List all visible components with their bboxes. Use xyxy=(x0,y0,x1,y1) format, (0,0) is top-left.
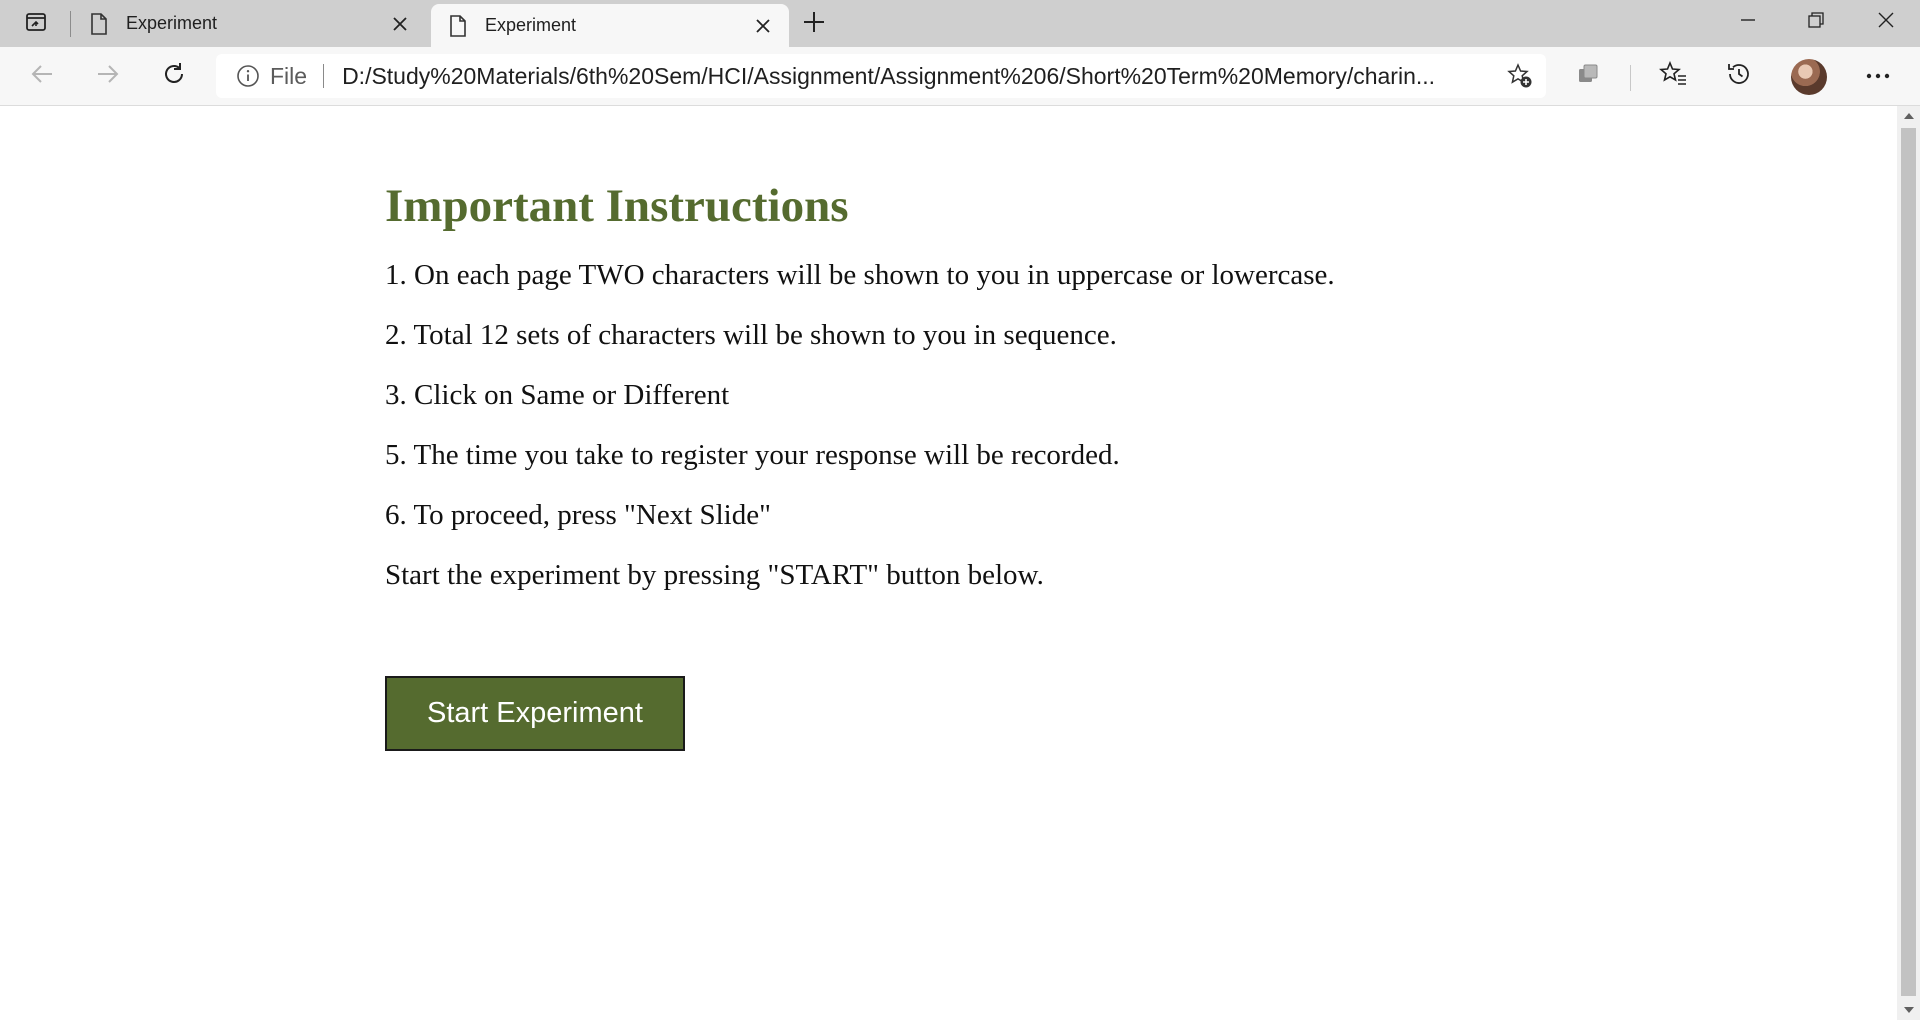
instruction-item: 1. On each page TWO characters will be s… xyxy=(385,259,1335,291)
toolbar-separator xyxy=(1630,65,1631,91)
favorites-icon xyxy=(1659,60,1687,92)
address-bar[interactable]: File D:/Study%20Materials/6th%20Sem/HCI/… xyxy=(216,54,1546,98)
favorites-button[interactable] xyxy=(1653,56,1693,96)
collections-icon xyxy=(1576,62,1600,91)
page-icon xyxy=(90,12,108,35)
add-favorite-icon[interactable] xyxy=(1504,60,1536,92)
profile-avatar[interactable] xyxy=(1791,59,1827,95)
info-icon[interactable] xyxy=(236,64,260,88)
tab-close-icon[interactable] xyxy=(749,12,777,40)
vertical-scrollbar[interactable] xyxy=(1897,106,1920,1020)
start-note: Start the experiment by pressing "START"… xyxy=(385,559,1044,591)
scroll-down-arrow-icon[interactable] xyxy=(1897,1000,1920,1020)
window-close-button[interactable] xyxy=(1852,0,1920,44)
instruction-item: 3. Click on Same or Different xyxy=(385,379,730,411)
more-icon xyxy=(1866,67,1890,85)
arrow-right-icon xyxy=(96,62,120,91)
collections-button[interactable] xyxy=(1568,56,1608,96)
arrow-left-icon xyxy=(30,62,54,91)
instruction-item: 2. Total 12 sets of characters will be s… xyxy=(385,319,1117,351)
tab-actions-button[interactable] xyxy=(20,10,52,38)
instructions-panel: Important Instructions 1. On each page T… xyxy=(385,178,1335,618)
instruction-item: 5. The time you take to register your re… xyxy=(385,439,1120,471)
refresh-button[interactable] xyxy=(154,56,194,96)
restore-button[interactable] xyxy=(1782,0,1850,44)
history-button[interactable] xyxy=(1719,56,1759,96)
page-icon xyxy=(449,14,467,37)
page-content: Important Instructions 1. On each page T… xyxy=(0,106,1897,1020)
scroll-thumb[interactable] xyxy=(1901,128,1916,996)
close-icon xyxy=(1878,12,1894,33)
settings-more-button[interactable] xyxy=(1858,56,1898,96)
minimize-button[interactable] xyxy=(1714,0,1782,44)
tab-title: Experiment xyxy=(485,15,577,35)
url-text[interactable]: D:/Study%20Materials/6th%20Sem/HCI/Assig… xyxy=(342,63,1472,90)
page-title: Important Instructions xyxy=(385,180,849,232)
tab-title: Experiment xyxy=(126,13,218,33)
scroll-up-arrow-icon[interactable] xyxy=(1897,106,1920,126)
plus-icon xyxy=(803,11,825,38)
start-experiment-button[interactable]: Start Experiment xyxy=(385,676,685,751)
instruction-item: 6. To proceed, press "Next Slide" xyxy=(385,499,771,531)
tab-separator xyxy=(70,11,71,37)
history-icon xyxy=(1726,61,1752,92)
tab-strip: Experiment Experiment xyxy=(0,0,1920,47)
refresh-icon xyxy=(161,61,187,92)
tab-experiment-1[interactable]: Experiment xyxy=(72,0,426,47)
restore-icon xyxy=(1808,11,1824,33)
browser-toolbar: File D:/Study%20Materials/6th%20Sem/HCI/… xyxy=(0,47,1920,106)
tab-actions-icon xyxy=(25,11,47,38)
new-tab-button[interactable] xyxy=(798,8,830,40)
tab-experiment-2[interactable]: Experiment xyxy=(431,4,789,47)
address-scheme-label: File xyxy=(270,62,308,89)
back-button[interactable] xyxy=(22,56,62,96)
tab-close-icon[interactable] xyxy=(386,10,414,38)
address-separator xyxy=(323,64,325,88)
minimize-icon xyxy=(1740,12,1756,33)
forward-button[interactable] xyxy=(88,56,128,96)
